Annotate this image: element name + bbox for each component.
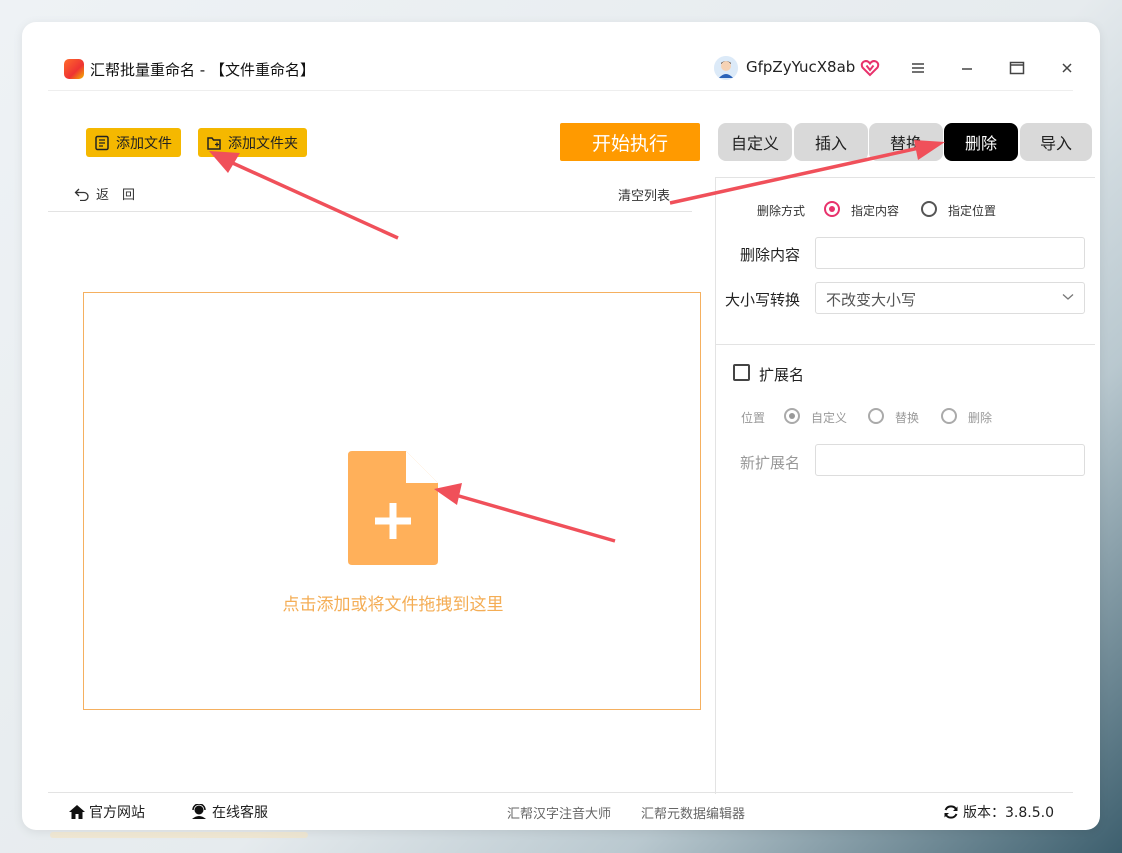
- title-bar: 汇帮批量重命名 - 【文件重命名】 GfpZyYucX8ab: [48, 44, 1073, 91]
- menu-icon[interactable]: [906, 56, 930, 80]
- background-strip: [50, 832, 308, 838]
- add-file-button[interactable]: 添加文件: [86, 128, 181, 157]
- status-bar: 官方网站 在线客服 汇帮汉字注音大师 汇帮元数据编辑器 版本：3.8.5.0: [48, 792, 1073, 825]
- clear-list-button[interactable]: 清空列表: [618, 185, 670, 204]
- back-button[interactable]: 返 回: [74, 184, 135, 203]
- file-drop-zone[interactable]: 点击添加或将文件拖拽到这里: [83, 292, 701, 710]
- support-link[interactable]: 在线客服: [190, 802, 268, 822]
- file-list-icon: [95, 135, 109, 150]
- radio-specified-position-label: 指定位置: [948, 204, 997, 218]
- delete-mode-label: 删除方式: [757, 204, 806, 218]
- app-content: 汇帮批量重命名 - 【文件重命名】 GfpZyYucX8ab 添加文件 添加文件…: [48, 44, 1095, 825]
- radio-specified-position[interactable]: [921, 201, 937, 217]
- version-info: 版本：3.8.5.0: [943, 802, 1054, 822]
- add-folder-label: 添加文件夹: [228, 135, 298, 152]
- app-logo-icon: [64, 59, 84, 79]
- extension-checkbox[interactable]: [733, 364, 750, 381]
- new-extension-input[interactable]: [815, 444, 1085, 476]
- radio-position-custom[interactable]: [784, 408, 800, 424]
- refresh-icon[interactable]: [943, 804, 959, 820]
- app-title: 汇帮批量重命名 - 【文件重命名】: [90, 61, 315, 79]
- add-file-icon: [348, 451, 438, 565]
- tab-delete[interactable]: 删除: [944, 123, 1018, 161]
- delete-content-label: 删除内容: [740, 246, 801, 264]
- new-extension-label: 新扩展名: [740, 454, 801, 472]
- customer-service-icon: [192, 804, 206, 819]
- radio-position-replace-label: 替换: [895, 411, 920, 425]
- website-link[interactable]: 官方网站: [68, 802, 145, 822]
- tab-import[interactable]: 导入: [1020, 123, 1092, 161]
- footer-link-metadata[interactable]: 汇帮元数据编辑器: [641, 803, 745, 822]
- settings-panel: 删除方式 指定内容 指定位置 删除内容 大小写转换 不改变大小写 扩展名 位置 …: [715, 177, 1095, 794]
- version-label: 版本：3.8.5.0: [963, 805, 1054, 821]
- delete-content-input[interactable]: [815, 237, 1085, 269]
- radio-position-delete-label: 删除: [968, 411, 993, 425]
- footer-link-pinyin[interactable]: 汇帮汉字注音大师: [507, 803, 611, 822]
- app-window: 汇帮批量重命名 - 【文件重命名】 GfpZyYucX8ab 添加文件 添加文件…: [22, 22, 1100, 830]
- close-icon[interactable]: [1055, 56, 1079, 80]
- start-button[interactable]: 开始执行: [560, 123, 700, 161]
- vip-heart-icon[interactable]: [860, 58, 880, 78]
- radio-position-custom-label: 自定义: [811, 411, 848, 425]
- maximize-icon[interactable]: [1005, 56, 1029, 80]
- add-file-label: 添加文件: [116, 135, 172, 152]
- tab-custom[interactable]: 自定义: [718, 123, 792, 161]
- tab-insert[interactable]: 插入: [794, 123, 868, 161]
- home-icon: [69, 805, 85, 819]
- case-select[interactable]: 不改变大小写: [815, 282, 1085, 314]
- radio-position-delete[interactable]: [941, 408, 957, 424]
- add-folder-button[interactable]: 添加文件夹: [198, 128, 307, 157]
- support-label: 在线客服: [212, 805, 268, 821]
- radio-specified-content[interactable]: [824, 201, 840, 217]
- radio-position-replace[interactable]: [868, 408, 884, 424]
- case-label: 大小写转换: [725, 291, 801, 309]
- tab-replace[interactable]: 替换: [869, 123, 943, 161]
- drop-hint: 点击添加或将文件拖拽到这里: [282, 595, 504, 615]
- folder-add-icon: [207, 136, 221, 150]
- case-select-value: 不改变大小写: [826, 291, 917, 309]
- list-divider: [48, 211, 692, 212]
- radio-specified-content-label: 指定内容: [851, 204, 900, 218]
- undo-icon: [74, 188, 89, 201]
- username[interactable]: GfpZyYucX8ab: [746, 58, 855, 76]
- panel-divider: [716, 344, 1095, 345]
- position-label: 位置: [741, 411, 766, 425]
- user-avatar[interactable]: [714, 56, 738, 80]
- chevron-down-icon: [1062, 294, 1074, 300]
- website-label: 官方网站: [89, 805, 145, 821]
- back-label: 返 回: [96, 188, 136, 203]
- extension-label: 扩展名: [759, 366, 805, 384]
- minimize-icon[interactable]: [955, 56, 979, 80]
